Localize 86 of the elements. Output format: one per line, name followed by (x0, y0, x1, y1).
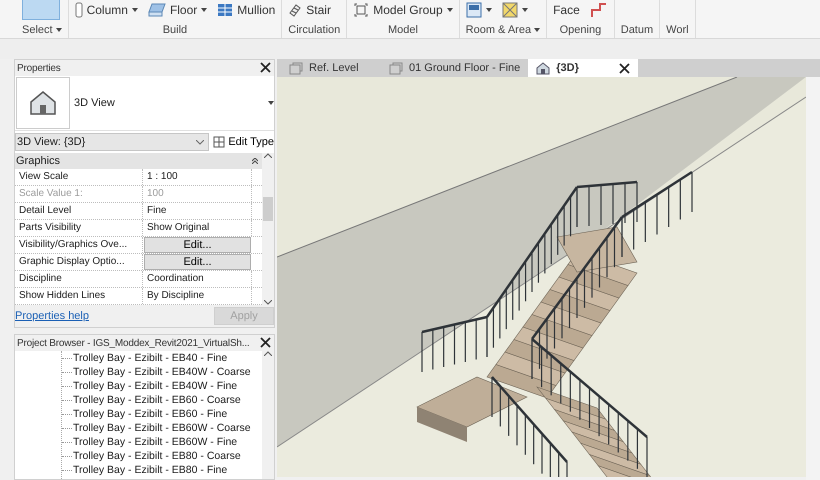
close-button[interactable] (260, 337, 272, 349)
edit-button[interactable]: Edit... (144, 254, 251, 270)
shaft-opening-icon (590, 2, 608, 18)
area-icon (502, 2, 518, 18)
view-tab[interactable]: 01 Ground Floor - Fine (381, 59, 528, 77)
property-label: Parts Visibility (15, 220, 143, 236)
scrollbar[interactable] (262, 153, 274, 305)
caret-icon (56, 28, 62, 32)
chevron-down-icon (264, 300, 272, 305)
model-group-icon (353, 2, 370, 18)
ribbon-tool-button[interactable]: Column (74, 2, 138, 18)
caret-icon (446, 8, 453, 12)
property-label: Scale Value 1: (15, 186, 143, 202)
panel-label: Worl (666, 23, 689, 38)
tree-item[interactable]: Trolley Bay - Ezibilt - EB40W - Fine (72, 380, 238, 392)
property-label: View Scale (15, 169, 143, 185)
property-label: Discipline (15, 271, 143, 287)
tree-item[interactable]: Trolley Bay - Ezibilt - EB40 - Fine (72, 352, 228, 364)
panel-label: Opening (558, 23, 602, 38)
panel-label: Model (386, 23, 419, 38)
tree-item[interactable]: Trolley Bay - Ezibilt - EB40W - Coarse (72, 366, 251, 378)
stair-icon (288, 3, 302, 17)
floor-slab-icon (148, 3, 166, 17)
chevron-up-icon (264, 153, 272, 158)
ribbon-tool-button[interactable]: Floor (148, 3, 208, 17)
tree-item[interactable]: Trolley Bay - Ezibilt - EB60 - Fine (72, 408, 228, 420)
house-icon (29, 90, 57, 116)
scrollbar[interactable] (262, 351, 274, 479)
ribbon-tool-button[interactable]: Model Group (353, 2, 453, 18)
panel-label: Circulation (288, 23, 340, 38)
property-value: By Discipline (143, 288, 252, 304)
panel-title: Project Browser - IGS_Moddex_Revit2021_VirtualSh... (17, 338, 250, 348)
view-tab[interactable]: Ref. Level (281, 59, 381, 77)
panel-label[interactable]: Select (22, 22, 62, 38)
property-value: Coordination (143, 271, 252, 287)
instance-dropdown[interactable]: 3D View: {3D} (15, 133, 210, 151)
ribbon-tool-button[interactable] (502, 2, 528, 18)
chevron-down-icon (196, 140, 204, 144)
tree-item[interactable]: Trolley Bay - Ezibilt - EB80 - Fine (72, 464, 228, 476)
close-icon (619, 62, 630, 74)
property-label: Detail Level (15, 203, 143, 219)
property-value: 1 : 100 (143, 169, 252, 185)
property-label: Visibility/Graphics Ove... (15, 237, 143, 253)
ribbon-tool-button[interactable]: Stair (288, 3, 331, 17)
close-icon (260, 62, 271, 73)
caret-icon (132, 8, 138, 12)
property-label: Show Hidden Lines (15, 288, 143, 304)
type-selector[interactable]: 3D View (15, 76, 274, 131)
tree-item[interactable]: Trolley Bay - Ezibilt - EB60W - Fine (72, 436, 238, 448)
close-button[interactable] (260, 62, 272, 74)
panel-label: Build (162, 23, 188, 38)
chevron-up-icon (264, 351, 272, 356)
edit-type-button[interactable]: Edit Type (213, 136, 274, 148)
house-icon (536, 62, 550, 74)
floor-plan-icon (389, 62, 403, 74)
caret-icon (268, 101, 274, 105)
ribbon-tool-button[interactable] (466, 2, 492, 18)
property-label: Graphic Display Optio... (15, 254, 143, 270)
section-header[interactable]: Graphics (15, 153, 262, 169)
view-tab[interactable]: {3D} (528, 59, 638, 77)
room-icon (466, 2, 482, 18)
property-value: Show Original (143, 220, 252, 236)
panel-label: Datum (620, 23, 654, 38)
property-value: 100 (143, 186, 252, 202)
caret-icon (201, 8, 208, 12)
tree-item[interactable]: Trolley Bay - Ezibilt - EB80 - Coarse (72, 450, 241, 462)
edit-button[interactable]: Edit... (144, 237, 251, 253)
edit-type-icon (213, 136, 226, 148)
ribbon-tool-button[interactable]: Mullion (217, 3, 276, 17)
collapse-icon (252, 158, 258, 164)
caret-icon (534, 28, 540, 32)
mullion-grid-icon (217, 3, 234, 17)
property-value: Fine (143, 203, 252, 219)
ribbon-tool-button[interactable]: Face (553, 3, 580, 17)
section-title: Graphics (16, 155, 60, 167)
ribbon-tool-button[interactable] (590, 2, 608, 18)
scrollbar-thumb[interactable] (263, 197, 273, 221)
floor-plan-icon (289, 62, 303, 74)
tree-item[interactable]: Trolley Bay - Ezibilt - EB60 - Coarse (72, 394, 241, 406)
close-icon (260, 337, 271, 348)
panel-label[interactable]: Room & Area (466, 22, 540, 38)
tree-item[interactable]: Trolley Bay - Ezibilt - EB60W - Coarse (72, 422, 251, 434)
properties-help-link[interactable]: Properties help (15, 310, 89, 322)
caret-icon (522, 8, 528, 12)
caret-icon (486, 8, 492, 12)
panel-title: Properties (17, 62, 61, 74)
